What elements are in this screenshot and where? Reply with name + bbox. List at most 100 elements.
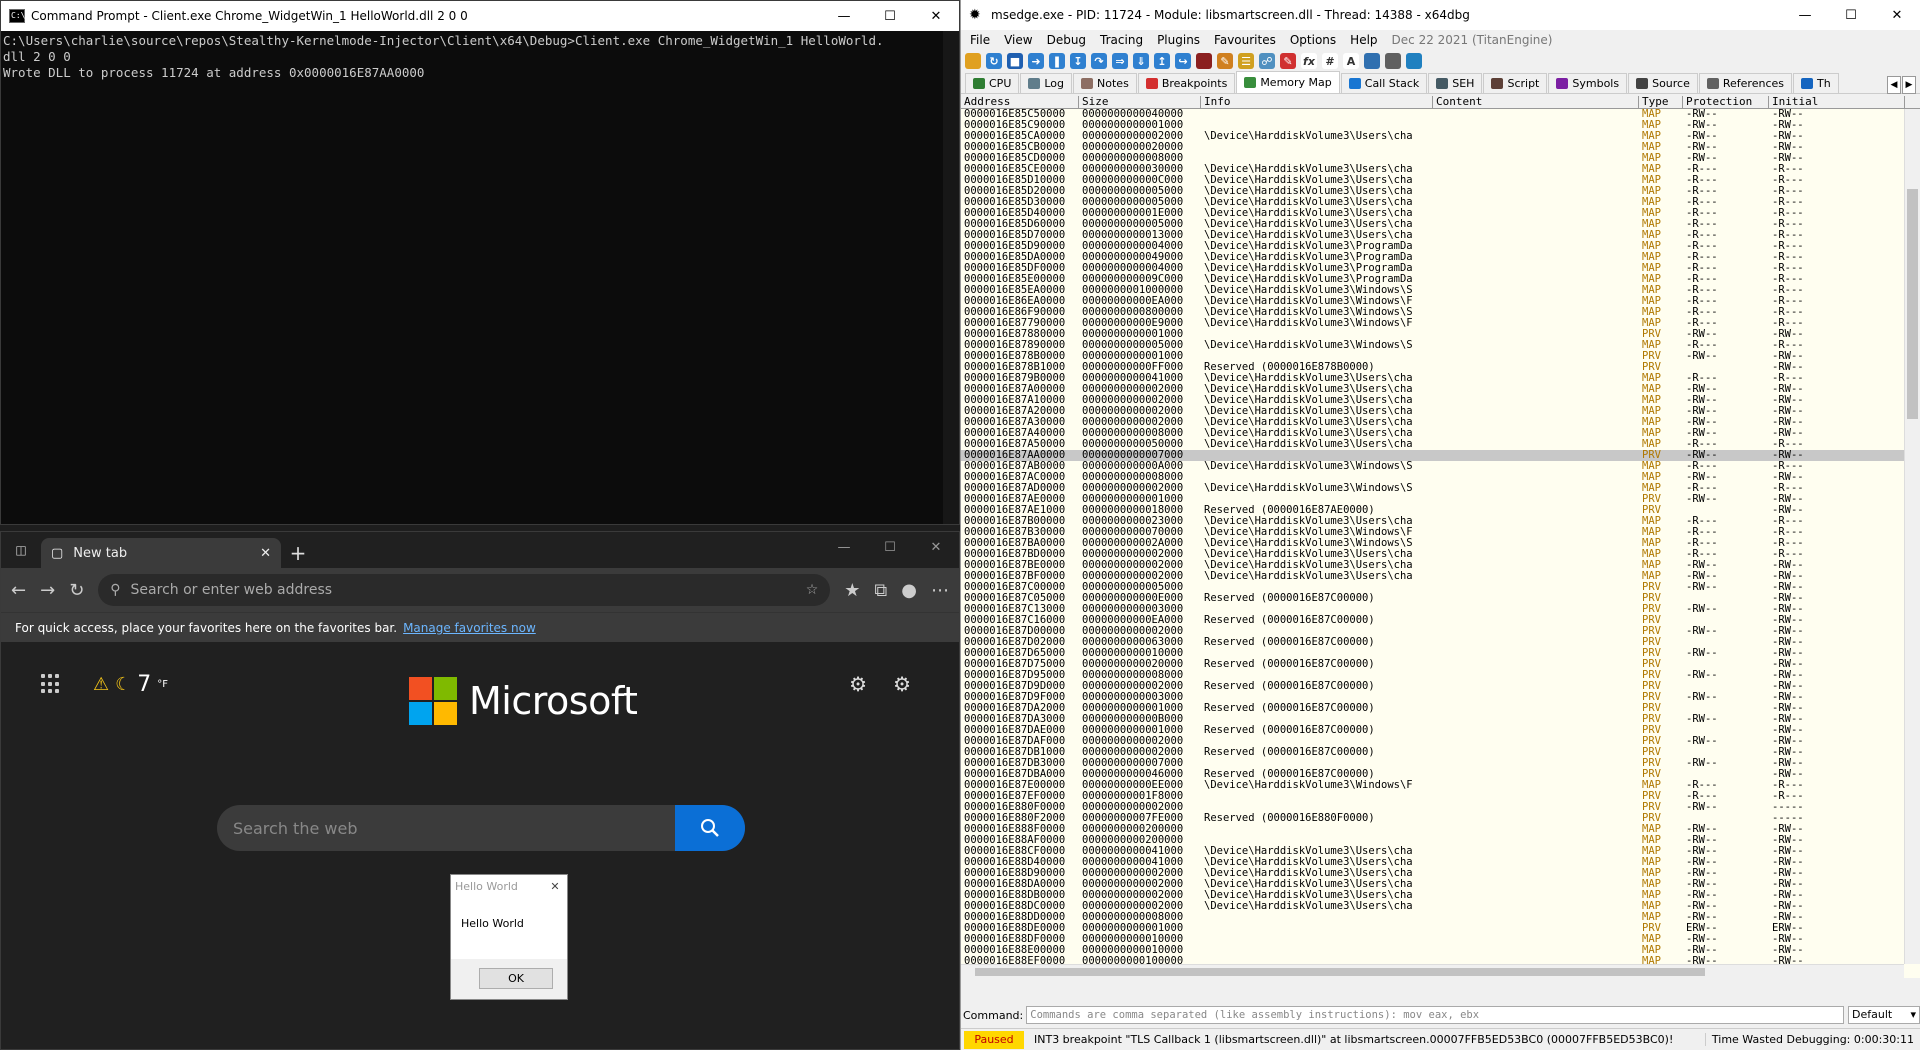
console-scrollbar[interactable] [943, 31, 959, 524]
tab-memory-map[interactable]: Memory Map [1236, 71, 1340, 93]
table-row[interactable]: 0000016E878B1000 00000000000FF000 Reserved… [961, 362, 1920, 373]
stop-icon[interactable]: ■ [1007, 53, 1023, 69]
table-row[interactable]: 0000016E88DC0000 0000000000002000 \Device\… [961, 901, 1920, 912]
menu-plugins[interactable]: Plugins [1150, 33, 1207, 47]
table-row[interactable]: 0000016E85C90000 0000000000001000 MAP -RW--… [961, 120, 1920, 131]
table-row[interactable]: 0000016E87890000 0000000000005000 \Device\… [961, 340, 1920, 351]
bookmarks-icon[interactable]: ✎ [1280, 53, 1296, 69]
table-row[interactable]: 0000016E85EA0000 0000000001000000 \Device\… [961, 285, 1920, 296]
tab-breakpoints[interactable]: Breakpoints [1137, 73, 1236, 93]
restart-icon[interactable]: ↻ [986, 53, 1002, 69]
table-row[interactable]: 0000016E87A40000 0000000000008000 \Device\… [961, 428, 1920, 439]
menu-help[interactable]: Help [1343, 33, 1384, 47]
table-row[interactable]: 0000016E85CA0000 0000000000002000 \Device\… [961, 131, 1920, 142]
minimize-button[interactable]: — [821, 1, 867, 31]
table-row[interactable]: 0000016E87DA3000 000000000000B000 PRV -RW--… [961, 714, 1920, 725]
table-row[interactable]: 0000016E87C05000 000000000000E000 Reserved… [961, 593, 1920, 604]
table-row[interactable]: 0000016E87BF0000 0000000000002000 \Device\… [961, 571, 1920, 582]
table-row[interactable]: 0000016E879B0000 0000000000041000 \Device\… [961, 373, 1920, 384]
table-row[interactable]: 0000016E85D90000 0000000000004000 \Device\… [961, 241, 1920, 252]
maximize-button[interactable]: ☐ [867, 532, 913, 562]
menu-view[interactable]: View [997, 33, 1039, 47]
horizontal-scrollbar[interactable] [961, 964, 1904, 978]
settings-gear-icon[interactable]: ⚙ [893, 672, 911, 696]
table-row[interactable]: 0000016E87A30000 0000000000002000 \Device\… [961, 417, 1920, 428]
column-header-type[interactable]: Type [1639, 96, 1683, 108]
close-icon[interactable]: ✕ [543, 880, 567, 893]
menu-tracing[interactable]: Tracing [1093, 33, 1150, 47]
labels-icon[interactable]: ☍ [1259, 53, 1275, 69]
table-row[interactable]: 0000016E85D30000 0000000000005000 \Device\… [961, 197, 1920, 208]
refresh-icon[interactable]: ↻ [69, 580, 84, 601]
command-input[interactable]: Commands are comma separated (like assem… [1026, 1006, 1844, 1024]
web-search-input[interactable]: Search the web [217, 805, 675, 851]
scroll-right-icon[interactable]: ▶ [1902, 76, 1916, 94]
table-row[interactable]: 0000016E880F2000 00000000007FE000 Reserved… [961, 813, 1920, 824]
table-row[interactable]: 0000016E87D95000 0000000000008000 PRV -RW--… [961, 670, 1920, 681]
variables-icon[interactable]: # [1322, 53, 1338, 69]
rewards-icon[interactable]: ⚙︎ [849, 672, 867, 696]
find-icon[interactable] [1364, 53, 1380, 69]
column-header-info[interactable]: Info [1201, 96, 1433, 108]
console-titlebar[interactable]: C:\ Command Prompt - Client.exe Chrome_W… [1, 1, 959, 31]
tab-references[interactable]: References [1698, 73, 1792, 93]
tab-source[interactable]: Source [1628, 73, 1698, 93]
dialog-titlebar[interactable]: Hello World ✕ [451, 875, 567, 897]
table-row[interactable]: 0000016E85D20000 0000000000005000 \Device\… [961, 186, 1920, 197]
column-header-address[interactable]: Address [961, 96, 1079, 108]
table-row[interactable]: 0000016E87C00000 0000000000005000 PRV -RW--… [961, 582, 1920, 593]
minimize-button[interactable]: — [821, 532, 867, 562]
comments-icon[interactable]: ☰ [1238, 53, 1254, 69]
table-row[interactable]: 0000016E88DA0000 0000000000002000 \Device\… [961, 879, 1920, 890]
table-row[interactable]: 0000016E88DF0000 0000000000010000 MAP -RW--… [961, 934, 1920, 945]
add-favorite-icon[interactable]: ☆ [806, 582, 819, 598]
tab-script[interactable]: Script [1483, 73, 1548, 93]
maximize-button[interactable]: ☐ [1828, 0, 1874, 30]
table-row[interactable]: 0000016E87DB3000 0000000000007000 PRV -RW--… [961, 758, 1920, 769]
globe-icon[interactable] [1406, 53, 1422, 69]
console-output[interactable]: C:\Users\charlie\source\repos\Stealthy-K… [1, 31, 959, 83]
table-row[interactable]: 0000016E87AC0000 0000000000008000 MAP -RW--… [961, 472, 1920, 483]
minimize-button[interactable]: — [1782, 0, 1828, 30]
tab-log[interactable]: Log [1020, 73, 1073, 93]
step-over-icon[interactable]: ↷ [1091, 53, 1107, 69]
table-row[interactable]: 0000016E85D40000 000000000001E000 \Device\… [961, 208, 1920, 219]
patch-icon[interactable]: ✎ [1217, 53, 1233, 69]
column-header-size[interactable]: Size [1079, 96, 1201, 108]
table-row[interactable]: 0000016E85CE0000 0000000000030000 \Device\… [961, 164, 1920, 175]
tab-actions-icon[interactable]: ◫ [1, 532, 41, 568]
table-row[interactable]: 0000016E87A10000 0000000000002000 \Device\… [961, 395, 1920, 406]
table-row[interactable]: 0000016E87C16000 00000000000EA000 Reserved… [961, 615, 1920, 626]
table-row[interactable]: 0000016E87DAF000 0000000000002000 PRV -RW--… [961, 736, 1920, 747]
column-header-protection[interactable]: Protection [1683, 96, 1769, 108]
table-row[interactable]: 0000016E85D70000 0000000000013000 \Device\… [961, 230, 1920, 241]
table-row[interactable]: 0000016E87E00000 00000000000EE000 \Device\… [961, 780, 1920, 791]
table-row[interactable]: 0000016E87AE0000 0000000000001000 PRV -RW--… [961, 494, 1920, 505]
address-bar[interactable]: ⚲ Search or enter web address ☆ [98, 574, 831, 606]
menu-debug[interactable]: Debug [1040, 33, 1093, 47]
collections-icon[interactable]: ⧉ [874, 580, 887, 601]
table-row[interactable]: 0000016E87BD0000 0000000000002000 \Device\… [961, 549, 1920, 560]
back-icon[interactable]: ← [11, 580, 26, 601]
table-row[interactable]: 0000016E87A00000 0000000000002000 \Device\… [961, 384, 1920, 395]
table-row[interactable]: 0000016E85CD0000 0000000000008000 MAP -RW--… [961, 153, 1920, 164]
table-row[interactable]: 0000016E85E00000 000000000009C000 \Device\… [961, 274, 1920, 285]
execute-till-return-icon[interactable]: ↥ [1154, 53, 1170, 69]
table-row[interactable]: 0000016E87D9F000 0000000000003000 PRV -RW--… [961, 692, 1920, 703]
run-to-user-code-icon[interactable]: ↪ [1175, 53, 1191, 69]
table-row[interactable]: 0000016E87DB1000 0000000000002000 Reserved… [961, 747, 1920, 758]
tab-symbols[interactable]: Symbols [1548, 73, 1628, 93]
table-row[interactable]: 0000016E87D65000 0000000000010000 PRV -RW--… [961, 648, 1920, 659]
table-row[interactable]: 0000016E880F0000 0000000000002000 PRV -RW--… [961, 802, 1920, 813]
table-row[interactable]: 0000016E87790000 00000000000E9000 \Device\… [961, 318, 1920, 329]
table-row[interactable]: 0000016E87AD0000 0000000000002000 \Device\… [961, 483, 1920, 494]
functions-icon[interactable]: fx [1301, 53, 1317, 69]
table-row[interactable]: 0000016E87AB0000 000000000000A000 \Device\… [961, 461, 1920, 472]
table-row[interactable]: 0000016E888F0000 0000000000200000 MAP -RW--… [961, 824, 1920, 835]
tab-cpu[interactable]: CPU [965, 73, 1020, 93]
maximize-button[interactable]: ☐ [867, 1, 913, 31]
table-row[interactable]: 0000016E85CB0000 0000000000020000 MAP -RW--… [961, 142, 1920, 153]
dbg-titlebar[interactable]: ✹ msedge.exe - PID: 11724 - Module: libs… [961, 0, 1920, 30]
table-row[interactable]: 0000016E85C50000 0000000000040000 MAP -RW--… [961, 109, 1920, 120]
table-row[interactable]: 0000016E87A20000 0000000000002000 \Device\… [961, 406, 1920, 417]
